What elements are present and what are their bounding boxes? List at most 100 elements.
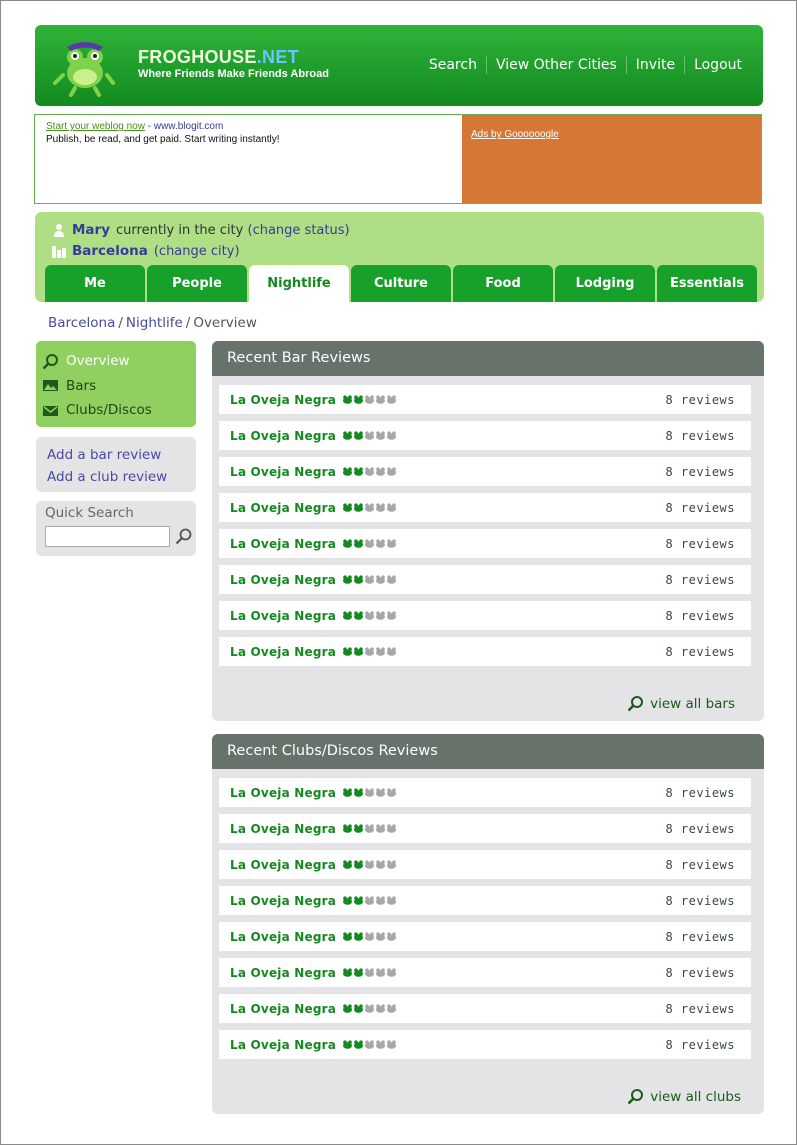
bar-review-list: La Oveja Negra 8 reviews La Oveja Negra 8 r… [212,376,764,666]
venue-name-link[interactable]: La Oveja Negra [230,573,336,587]
venue-name-link[interactable]: La Oveja Negra [230,858,336,872]
sidenav-item-overview[interactable]: Overview [36,349,196,374]
frog-rating-empty-icon [376,575,386,584]
brand[interactable]: FROGHOUSE.NET Where Friends Make Friends… [138,47,329,80]
frog-rating-filled-icon [343,647,353,656]
review-count-link[interactable]: 8 reviews [665,645,735,659]
review-row[interactable]: La Oveja Negra 8 reviews [219,958,751,987]
review-row-main: La Oveja Negra [230,537,397,551]
side-nav: Overview Bars Clubs/Discos [36,341,196,427]
review-row[interactable]: La Oveja Negra 8 reviews [219,457,751,486]
breadcrumb: Barcelona / Nightlife / Overview [48,315,257,331]
venue-name-link[interactable]: La Oveja Negra [230,1038,336,1052]
frog-logo-icon[interactable] [53,35,115,97]
venue-name-link[interactable]: La Oveja Negra [230,894,336,908]
ads-by-link[interactable]: Ads by Goooooogle [471,129,559,140]
venue-name-link[interactable]: La Oveja Negra [230,465,336,479]
review-count-link[interactable]: 8 reviews [665,429,735,443]
review-row[interactable]: La Oveja Negra 8 reviews [219,814,751,843]
venue-name-link[interactable]: La Oveja Negra [230,822,336,836]
review-count-link[interactable]: 8 reviews [665,930,735,944]
nav-invite-link[interactable]: Invite [625,56,684,74]
add-club-review-link[interactable]: Add a club review [47,466,185,488]
frog-rating [342,788,397,797]
nav-logout-link[interactable]: Logout [684,56,751,74]
review-count-link[interactable]: 8 reviews [665,537,735,551]
review-row[interactable]: La Oveja Negra 8 reviews [219,1030,751,1059]
tab-culture[interactable]: Culture [351,265,451,302]
tab-lodging[interactable]: Lodging [555,265,655,302]
change-city-link[interactable]: (change city) [154,244,240,259]
venue-name-link[interactable]: La Oveja Negra [230,429,336,443]
review-count-link[interactable]: 8 reviews [665,501,735,515]
review-count-link[interactable]: 8 reviews [665,465,735,479]
user-name[interactable]: Mary [72,222,110,238]
bar-reviews-panel: Recent Bar Reviews La Oveja Negra 8 revie… [212,341,764,721]
change-status-link[interactable]: (change status) [248,223,350,238]
frog-rating-empty-icon [387,647,397,656]
brand-name: FROGHOUSE.NET [138,47,299,67]
tab-nightlife[interactable]: Nightlife [249,265,349,302]
review-count-link[interactable]: 8 reviews [665,1002,735,1016]
view-all-bars-link[interactable]: view all bars [627,695,735,712]
venue-name-link[interactable]: La Oveja Negra [230,786,336,800]
review-row[interactable]: La Oveja Negra 8 reviews [219,994,751,1023]
sidenav-item-clubs[interactable]: Clubs/Discos [36,398,196,423]
tab-food[interactable]: Food [453,265,553,302]
frog-rating-filled-icon [354,860,364,869]
review-count-link[interactable]: 8 reviews [665,393,735,407]
tab-people[interactable]: People [147,265,247,302]
review-row[interactable]: La Oveja Negra 8 reviews [219,922,751,951]
review-row[interactable]: La Oveja Negra 8 reviews [219,385,751,414]
review-row[interactable]: La Oveja Negra 8 reviews [219,493,751,522]
review-count-link[interactable]: 8 reviews [665,858,735,872]
review-row[interactable]: La Oveja Negra 8 reviews [219,565,751,594]
breadcrumb-city[interactable]: Barcelona [48,315,115,331]
review-row[interactable]: La Oveja Negra 8 reviews [219,886,751,915]
venue-name-link[interactable]: La Oveja Negra [230,1002,336,1016]
review-count-link[interactable]: 8 reviews [665,1038,735,1052]
frog-rating-empty-icon [387,860,397,869]
review-row-main: La Oveja Negra [230,1038,397,1052]
tab-me[interactable]: Me [45,265,145,302]
frog-rating-empty-icon [387,611,397,620]
review-row[interactable]: La Oveja Negra 8 reviews [219,529,751,558]
tab-essentials[interactable]: Essentials [657,265,757,302]
review-row[interactable]: La Oveja Negra 8 reviews [219,850,751,879]
venue-name-link[interactable]: La Oveja Negra [230,966,336,980]
review-count-link[interactable]: 8 reviews [665,786,735,800]
review-row[interactable]: La Oveja Negra 8 reviews [219,778,751,807]
nav-view-other-cities-link[interactable]: View Other Cities [485,56,626,74]
quick-search-input[interactable] [45,526,170,547]
frog-rating-empty-icon [365,539,375,548]
review-count-link[interactable]: 8 reviews [665,609,735,623]
sidenav-item-bars[interactable]: Bars [36,374,196,399]
venue-name-link[interactable]: La Oveja Negra [230,501,336,515]
frog-rating-empty-icon [387,395,397,404]
nav-search-link[interactable]: Search [420,56,486,74]
frog-rating [342,1040,397,1049]
quick-search-label: Quick Search [45,505,134,521]
review-row[interactable]: La Oveja Negra 8 reviews [219,421,751,450]
city-name[interactable]: Barcelona [72,243,148,259]
ad-link[interactable]: Start your weblog now [46,121,145,132]
review-row[interactable]: La Oveja Negra 8 reviews [219,637,751,666]
breadcrumb-section[interactable]: Nightlife [126,315,183,331]
review-count-link[interactable]: 8 reviews [665,966,735,980]
view-all-clubs-link[interactable]: view all clubs [627,1088,741,1105]
venue-name-link[interactable]: La Oveja Negra [230,609,336,623]
add-bar-review-link[interactable]: Add a bar review [47,444,185,466]
venue-name-link[interactable]: La Oveja Negra [230,930,336,944]
review-row-main: La Oveja Negra [230,894,397,908]
frog-rating-empty-icon [376,1040,386,1049]
venue-name-link[interactable]: La Oveja Negra [230,393,336,407]
review-count-link[interactable]: 8 reviews [665,573,735,587]
venue-name-link[interactable]: La Oveja Negra [230,645,336,659]
review-row[interactable]: La Oveja Negra 8 reviews [219,601,751,630]
search-icon[interactable] [174,527,193,546]
venue-name-link[interactable]: La Oveja Negra [230,537,336,551]
review-count-link[interactable]: 8 reviews [665,894,735,908]
review-count-link[interactable]: 8 reviews [665,822,735,836]
sidenav-label: Clubs/Discos [66,402,152,419]
city-buildings-icon [52,246,66,258]
